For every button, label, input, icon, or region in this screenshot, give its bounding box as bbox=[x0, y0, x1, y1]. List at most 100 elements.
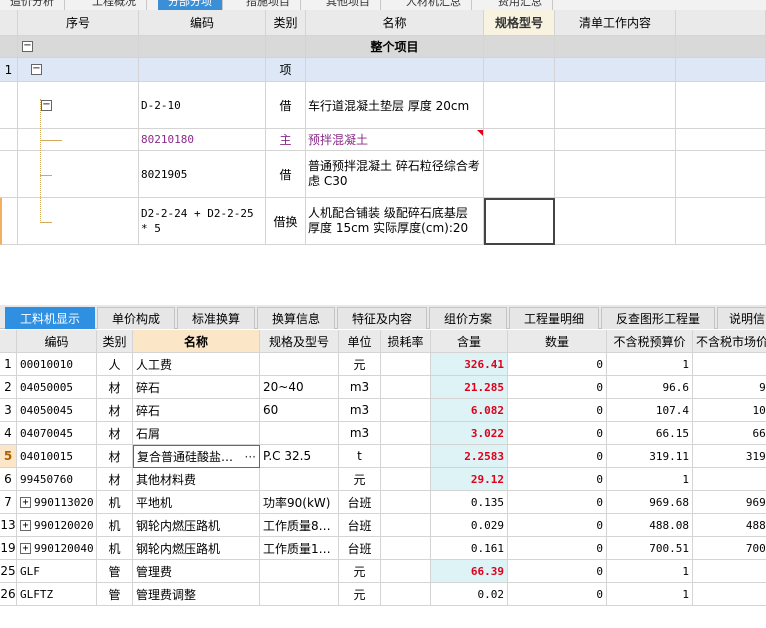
expand-icon[interactable]: + bbox=[20, 496, 31, 508]
row-name-cell[interactable]: 车行道混凝土垫层 厚度 20cm bbox=[306, 82, 484, 129]
resource-unit[interactable]: t bbox=[339, 445, 381, 468]
resource-market[interactable]: 319.1 bbox=[693, 445, 766, 468]
row-code-cell[interactable]: 8021905 bbox=[139, 151, 266, 198]
resource-code[interactable]: 04070045 bbox=[17, 422, 97, 445]
tab-features[interactable]: 特征及内容 bbox=[337, 307, 427, 329]
resource-budget[interactable]: 1 bbox=[607, 583, 693, 606]
tab-conversion-info[interactable]: 换算信息 bbox=[257, 307, 335, 329]
tab-standard-conversion[interactable]: 标准换算 bbox=[177, 307, 255, 329]
resource-count[interactable]: 0 bbox=[508, 353, 607, 376]
resource-name[interactable]: 其他材料费 bbox=[133, 468, 260, 491]
resource-loss[interactable] bbox=[381, 583, 431, 606]
tab-resource-summary[interactable]: 人材机汇总 bbox=[396, 0, 472, 10]
resource-count[interactable]: 0 bbox=[508, 468, 607, 491]
row-spec-cell[interactable] bbox=[484, 151, 555, 198]
resource-qty[interactable]: 0.161 bbox=[431, 537, 508, 560]
expand-icon[interactable]: + bbox=[20, 542, 31, 554]
resource-market[interactable]: 96. bbox=[693, 376, 766, 399]
row-code-cell[interactable]: D2-2-24 + D2-2-25 * 5 bbox=[139, 198, 266, 245]
resource-count[interactable]: 0 bbox=[508, 399, 607, 422]
resource-code[interactable]: +990113020 bbox=[17, 491, 97, 514]
resource-spec[interactable]: 20~40 bbox=[260, 376, 339, 399]
resource-budget[interactable]: 969.68 bbox=[607, 491, 693, 514]
resource-unit[interactable]: 元 bbox=[339, 560, 381, 583]
resource-market[interactable]: 700.5 bbox=[693, 537, 766, 560]
tab-resources[interactable]: 工料机显示 bbox=[5, 307, 95, 329]
resource-qty[interactable]: 0.02 bbox=[431, 583, 508, 606]
resource-spec[interactable]: 工作质量1… bbox=[260, 537, 339, 560]
resource-unit[interactable]: 元 bbox=[339, 353, 381, 376]
table-row[interactable]: 8021905 借 普通预拌混凝土 碎石粒径综合考虑 C30 bbox=[0, 151, 766, 198]
ellipsis-button[interactable]: ··· bbox=[245, 450, 256, 464]
tab-project-overview[interactable]: 工程概况 bbox=[82, 0, 147, 10]
resource-code[interactable]: 04010015 bbox=[17, 445, 97, 468]
resource-qty[interactable]: 21.285 bbox=[431, 376, 508, 399]
resource-spec[interactable]: 60 bbox=[260, 399, 339, 422]
resource-budget[interactable]: 319.11 bbox=[607, 445, 693, 468]
resource-qty[interactable]: 0.135 bbox=[431, 491, 508, 514]
table-row[interactable]: − 整个项目 bbox=[0, 36, 766, 58]
resource-unit[interactable]: 元 bbox=[339, 468, 381, 491]
row-code-cell[interactable]: 80210180 bbox=[139, 129, 266, 151]
resource-code[interactable]: 99450760 bbox=[17, 468, 97, 491]
resource-spec[interactable] bbox=[260, 422, 339, 445]
resource-count[interactable]: 0 bbox=[508, 491, 607, 514]
resource-code[interactable]: 04050005 bbox=[17, 376, 97, 399]
resource-market[interactable] bbox=[693, 468, 766, 491]
resource-market[interactable]: 1 bbox=[693, 353, 766, 376]
expand-icon[interactable]: + bbox=[20, 519, 31, 531]
resource-name[interactable]: 碎石 bbox=[133, 376, 260, 399]
resource-spec[interactable]: 功率90(kW) bbox=[260, 491, 339, 514]
tab-sub-items[interactable]: 分部分项 bbox=[158, 0, 223, 10]
resource-market[interactable]: 488.0 bbox=[693, 514, 766, 537]
resource-count[interactable]: 0 bbox=[508, 583, 607, 606]
resource-count[interactable]: 0 bbox=[508, 537, 607, 560]
table-row[interactable]: 13 +990120020 机钢轮内燃压路机 工作质量8… 台班 0.029 0 488.08… bbox=[0, 514, 766, 537]
table-row[interactable]: 3 04050045 材碎石 60 m3 6.082 0 107.4 107. bbox=[0, 399, 766, 422]
tab-notes[interactable]: 说明信 bbox=[717, 307, 766, 329]
resource-unit[interactable]: m3 bbox=[339, 376, 381, 399]
resource-name[interactable]: 复合普通硅酸盐… ··· bbox=[133, 445, 260, 468]
resource-name[interactable]: 钢轮内燃压路机 bbox=[133, 537, 260, 560]
resource-loss[interactable] bbox=[381, 376, 431, 399]
resource-count[interactable]: 0 bbox=[508, 422, 607, 445]
resource-count[interactable]: 0 bbox=[508, 560, 607, 583]
resource-spec[interactable] bbox=[260, 468, 339, 491]
resource-budget[interactable]: 66.15 bbox=[607, 422, 693, 445]
resource-budget[interactable]: 107.4 bbox=[607, 399, 693, 422]
resource-qty[interactable]: 66.39 bbox=[431, 560, 508, 583]
resource-name[interactable]: 平地机 bbox=[133, 491, 260, 514]
table-row[interactable]: 1 − 项 bbox=[0, 58, 766, 82]
resource-loss[interactable] bbox=[381, 491, 431, 514]
resource-budget[interactable]: 1 bbox=[607, 353, 693, 376]
resource-qty[interactable]: 326.41 bbox=[431, 353, 508, 376]
table-row[interactable]: 26 GLFTZ 管管理费调整 元 0.02 0 1 bbox=[0, 583, 766, 606]
collapse-icon[interactable]: − bbox=[31, 64, 42, 75]
resource-loss[interactable] bbox=[381, 353, 431, 376]
resource-spec[interactable]: 工作质量8… bbox=[260, 514, 339, 537]
tab-graphic-quantity[interactable]: 反查图形工程量 bbox=[601, 307, 715, 329]
resource-spec[interactable] bbox=[260, 560, 339, 583]
resource-qty[interactable]: 3.022 bbox=[431, 422, 508, 445]
resource-name[interactable]: 钢轮内燃压路机 bbox=[133, 514, 260, 537]
resource-budget[interactable]: 700.51 bbox=[607, 537, 693, 560]
resource-name[interactable]: 石屑 bbox=[133, 422, 260, 445]
resource-budget[interactable]: 1 bbox=[607, 560, 693, 583]
resource-loss[interactable] bbox=[381, 560, 431, 583]
row-name-cell[interactable]: 人机配合铺装 级配碎石底基层 厚度 15cm 实际厚度(cm):20 bbox=[306, 198, 484, 245]
resource-market[interactable]: 969.6 bbox=[693, 491, 766, 514]
resource-code[interactable]: +990120020 bbox=[17, 514, 97, 537]
resource-count[interactable]: 0 bbox=[508, 514, 607, 537]
resource-name[interactable]: 管理费调整 bbox=[133, 583, 260, 606]
resource-loss[interactable] bbox=[381, 445, 431, 468]
resource-spec[interactable]: P.C 32.5 bbox=[260, 445, 339, 468]
table-row[interactable]: D2-2-24 + D2-2-25 * 5 借换 人机配合铺装 级配碎石底基层 … bbox=[0, 198, 766, 245]
resource-unit[interactable]: 台班 bbox=[339, 537, 381, 560]
resource-spec[interactable] bbox=[260, 583, 339, 606]
tab-quantity-detail[interactable]: 工程量明细 bbox=[509, 307, 599, 329]
resource-unit[interactable]: m3 bbox=[339, 399, 381, 422]
table-row[interactable]: 6 99450760 材其他材料费 元 29.12 0 1 bbox=[0, 468, 766, 491]
resource-loss[interactable] bbox=[381, 422, 431, 445]
resource-code[interactable]: 00010010 bbox=[17, 353, 97, 376]
resource-name[interactable]: 人工费 bbox=[133, 353, 260, 376]
